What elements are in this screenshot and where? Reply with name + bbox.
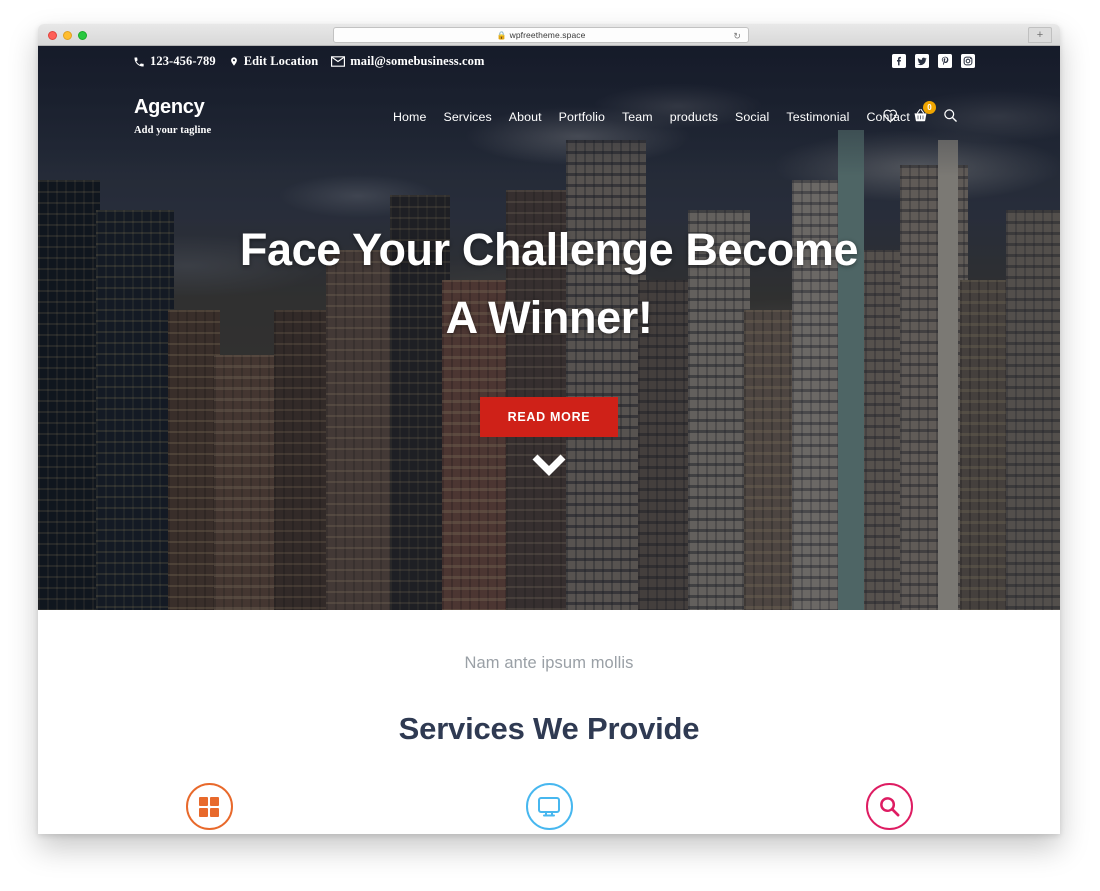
chevron-down-icon[interactable]	[531, 453, 567, 477]
heart-icon[interactable]	[883, 108, 898, 123]
location-contact[interactable]: Edit Location	[229, 54, 319, 69]
reload-icon[interactable]: ↻	[733, 30, 741, 42]
services-section: Nam ante ipsum mollis Services We Provid…	[38, 610, 1060, 834]
website-viewport: 123-456-789 Edit Location mail@somebusin…	[38, 46, 1060, 834]
instagram-icon[interactable]	[961, 54, 975, 68]
desktop-monitor-icon	[525, 783, 573, 830]
window-traffic-lights	[48, 31, 87, 40]
search-icon[interactable]	[943, 108, 958, 123]
browser-chrome-bar: 🔒 wpfreetheme.space ↻ +	[38, 24, 1060, 46]
services-subtitle: Nam ante ipsum mollis	[464, 654, 634, 672]
nav-item-products[interactable]: products	[670, 110, 718, 124]
address-bar[interactable]: 🔒 wpfreetheme.space ↻	[333, 27, 749, 43]
top-contact-bar: 123-456-789 Edit Location mail@somebusin…	[38, 46, 1060, 79]
nav-item-about[interactable]: About	[509, 110, 542, 124]
service-item-1[interactable]	[39, 783, 379, 830]
nav-item-home[interactable]: Home	[393, 110, 426, 124]
nav-item-team[interactable]: Team	[622, 110, 653, 124]
services-icon-row	[38, 783, 1060, 830]
phone-icon	[133, 56, 145, 68]
site-title: Agency	[134, 96, 205, 118]
primary-menu: Home Services About Portfolio Team produ…	[393, 110, 910, 124]
shopping-basket-icon[interactable]: 0	[913, 101, 936, 123]
address-bar-url: wpfreetheme.space	[509, 30, 586, 40]
nav-item-social[interactable]: Social	[735, 110, 769, 124]
map-pin-icon	[229, 55, 239, 68]
hero-content: Face Your Challenge Become A Winner! REA…	[38, 216, 1060, 477]
lock-icon: 🔒	[496, 30, 507, 40]
close-window-button[interactable]	[48, 31, 57, 40]
cart-count-badge: 0	[923, 101, 936, 114]
maximize-window-button[interactable]	[78, 31, 87, 40]
main-navigation-bar: Agency Add your tagline Home Services Ab…	[38, 91, 1060, 149]
minimize-window-button[interactable]	[63, 31, 72, 40]
pinterest-icon[interactable]	[938, 54, 952, 68]
nav-item-services[interactable]: Services	[443, 110, 491, 124]
nav-item-portfolio[interactable]: Portfolio	[559, 110, 605, 124]
email-contact[interactable]: mail@somebusiness.com	[331, 54, 484, 69]
envelope-icon	[331, 56, 346, 67]
nav-utility-icons: 0	[883, 101, 958, 123]
new-tab-button[interactable]: +	[1028, 27, 1052, 43]
nav-item-testimonial[interactable]: Testimonial	[786, 110, 849, 124]
browser-window: 🔒 wpfreetheme.space ↻ + 123-456-789 Edit…	[38, 24, 1060, 834]
site-tagline: Add your tagline	[134, 125, 212, 136]
phone-contact[interactable]: 123-456-789	[133, 54, 216, 69]
hero-heading: Face Your Challenge Become A Winner!	[239, 224, 859, 344]
facebook-icon[interactable]	[892, 54, 906, 68]
email-address: mail@somebusiness.com	[350, 54, 485, 68]
hero-section: 123-456-789 Edit Location mail@somebusin…	[38, 46, 1060, 610]
service-item-3[interactable]	[719, 783, 1059, 830]
site-branding[interactable]: Agency Add your tagline	[134, 96, 211, 136]
social-links-group	[892, 54, 975, 68]
grid-squares-icon	[185, 783, 233, 830]
phone-number: 123-456-789	[150, 54, 216, 68]
location-label: Edit Location	[243, 54, 319, 68]
contact-info-group: 123-456-789 Edit Location mail@somebusin…	[133, 54, 497, 69]
services-heading: Services We Provide	[398, 711, 700, 746]
read-more-button[interactable]: READ MORE	[479, 396, 619, 437]
magnifier-search-icon	[865, 783, 913, 830]
twitter-icon[interactable]	[915, 54, 929, 68]
service-item-2[interactable]	[379, 783, 719, 830]
